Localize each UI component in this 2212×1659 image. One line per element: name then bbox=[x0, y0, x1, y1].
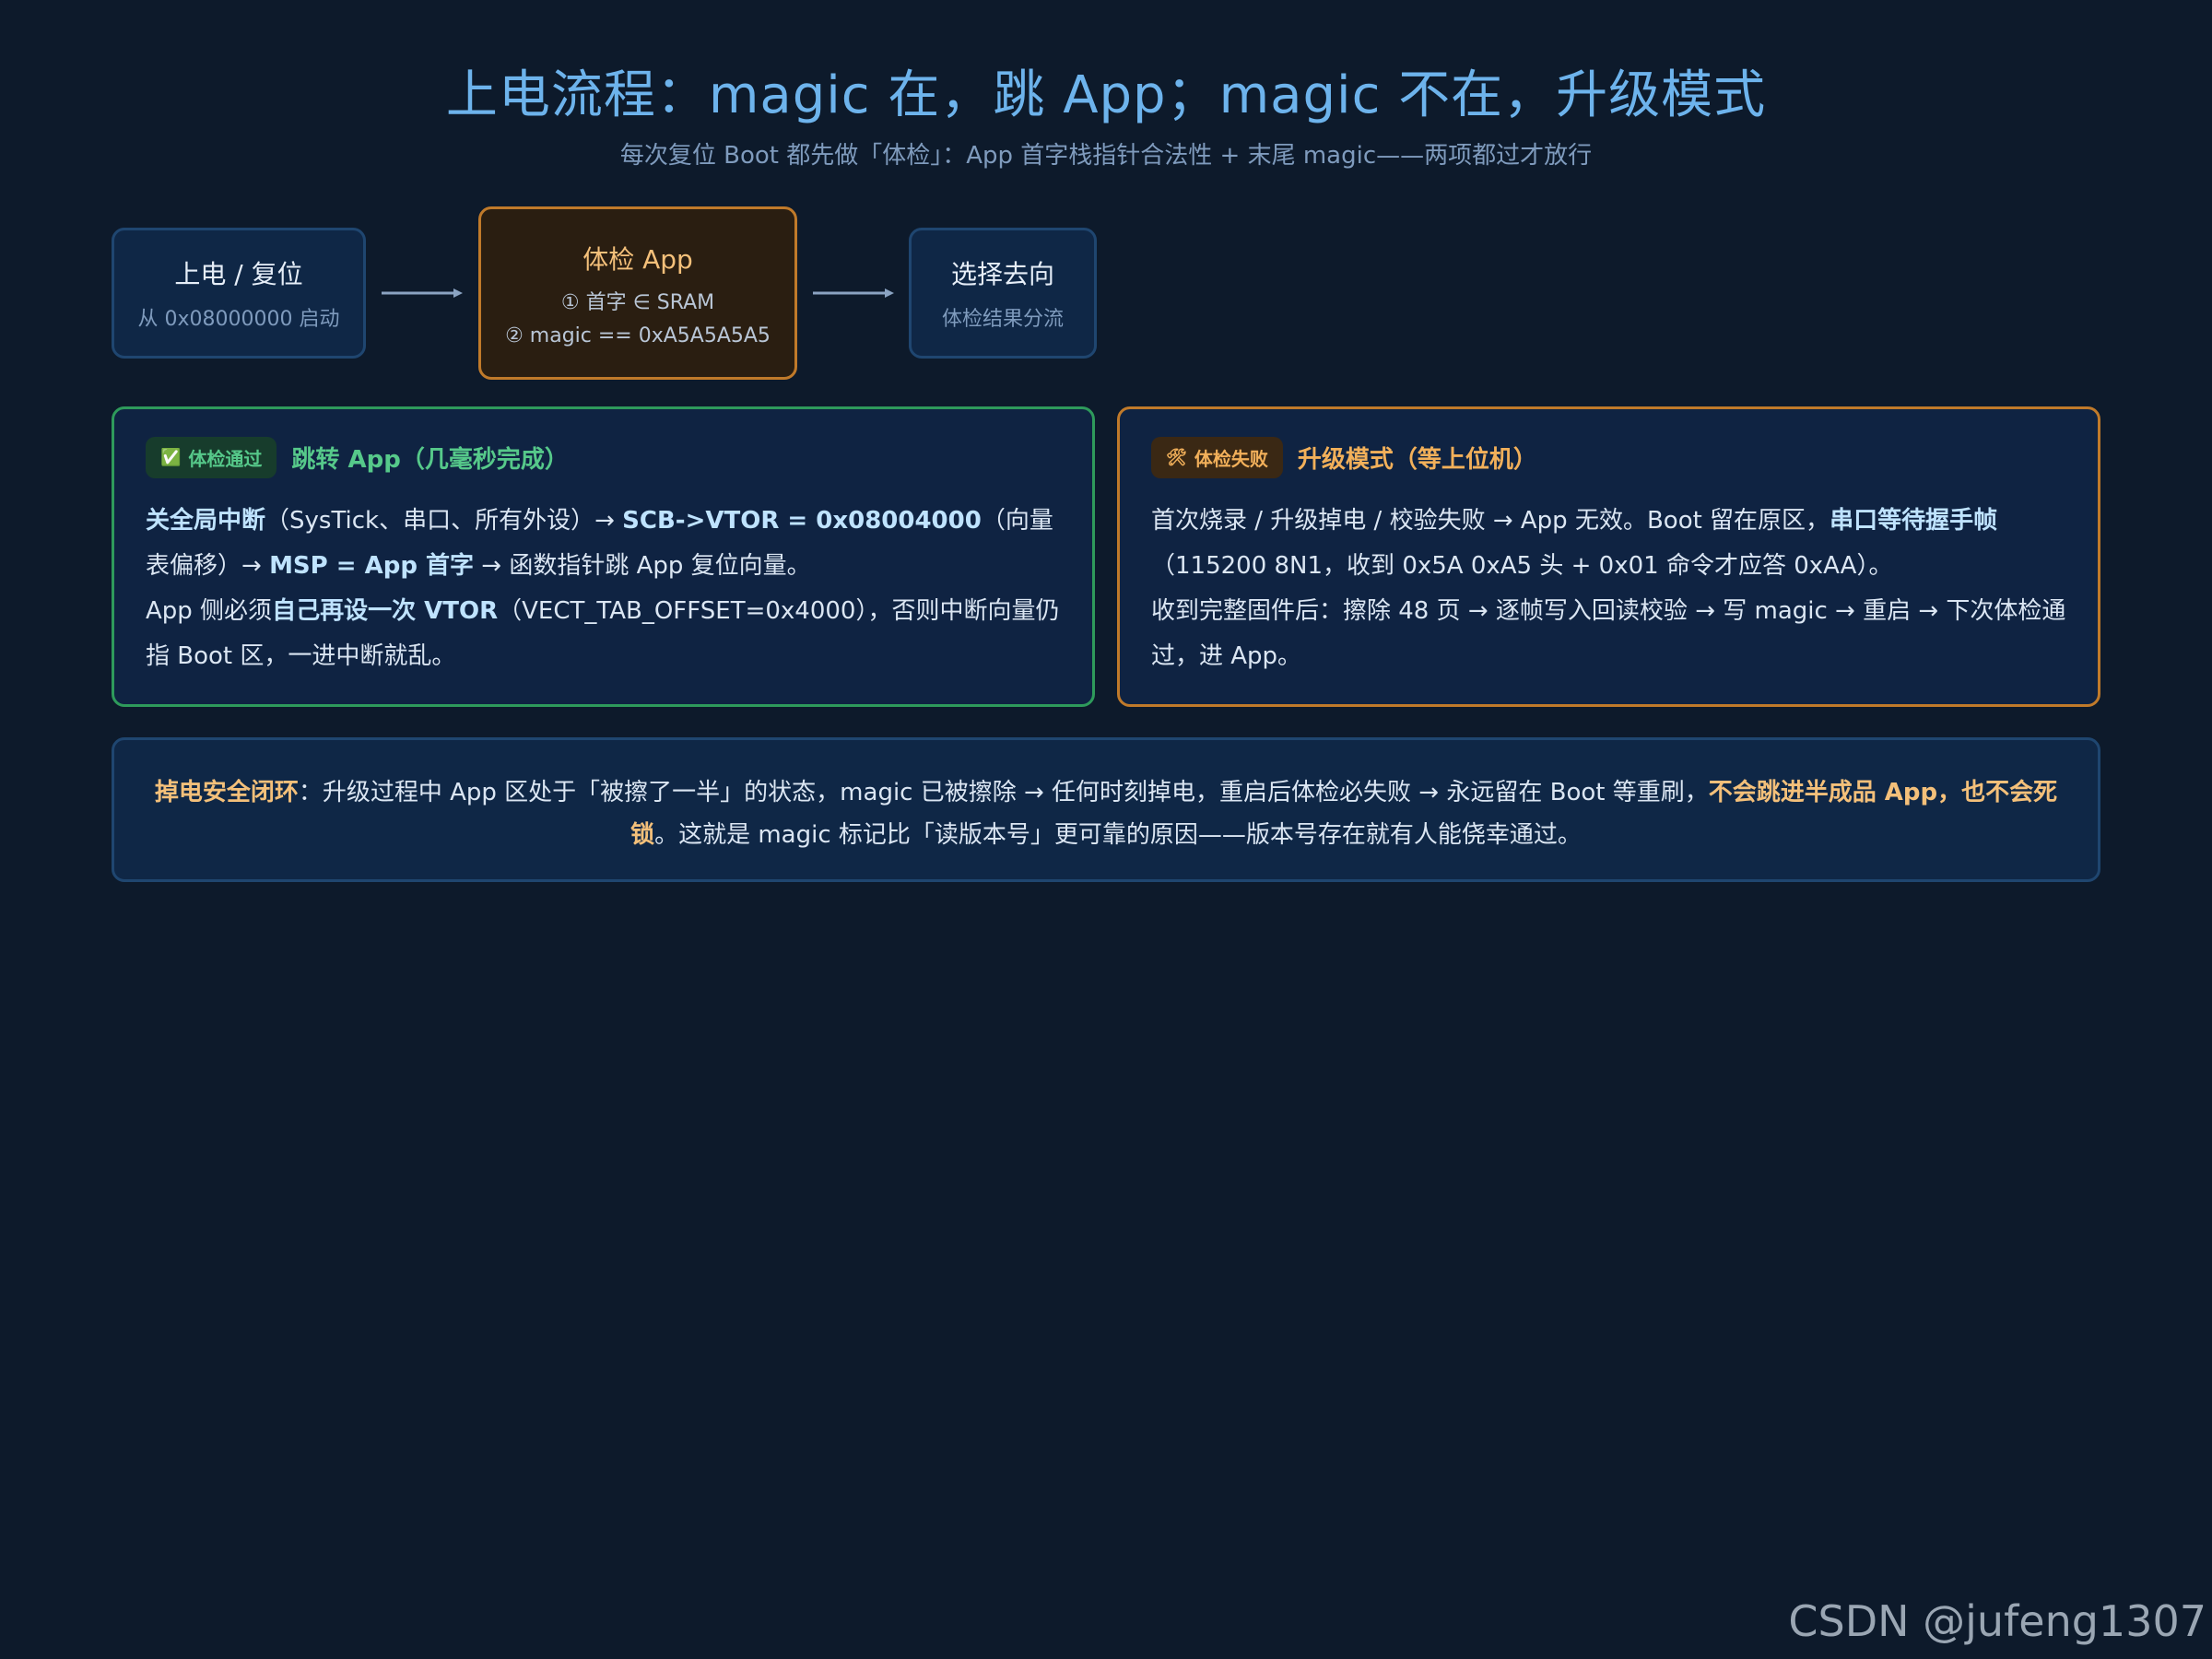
card-paragraph: 关全局中断（SysTick、串口、所有外设）→ SCB->VTOR = 0x08… bbox=[146, 499, 1061, 589]
badge-label: 体检失败 bbox=[1194, 448, 1268, 470]
flow-node-detail: 从 0x08000000 启动 bbox=[137, 308, 340, 331]
body-text: （115200 8N1，收到 0x5A 0xA5 头 + 0x01 命令才应答 … bbox=[1151, 552, 1893, 580]
pass-card: ✅ 体检通过 跳转 App（几毫秒完成） 关全局中断（SysTick、串口、所有… bbox=[112, 406, 1095, 707]
body-text: → 函数指针跳 App 复位向量。 bbox=[474, 552, 811, 580]
highlight-text: MSP = App 首字 bbox=[269, 552, 475, 580]
badge-label: 体检通过 bbox=[188, 448, 263, 470]
card-header: ✅ 体检通过 跳转 App（几毫秒完成） bbox=[146, 437, 1061, 478]
body-text: App 侧必须 bbox=[146, 597, 273, 625]
fail-card: 🛠 体检失败 升级模式（等上位机） 首次烧录 / 升级掉电 / 校验失败 → A… bbox=[1117, 406, 2100, 707]
tools-icon: 🛠 bbox=[1166, 448, 1187, 467]
flow-node-title: 上电 / 复位 bbox=[174, 259, 303, 289]
highlight-text: SCB->VTOR = 0x08004000 bbox=[622, 507, 982, 535]
highlight-text: 关全局中断 bbox=[146, 507, 266, 535]
body-text: 收到完整固件后：擦除 48 页 → 逐帧写入回读校验 → 写 magic → 重… bbox=[1151, 597, 2066, 670]
note-text: 。这就是 magic 标记比「读版本号」更可靠的原因——版本号存在就有人能侥幸通… bbox=[654, 821, 1582, 849]
card-header: 🛠 体检失败 升级模式（等上位机） bbox=[1151, 437, 2066, 478]
card-title: 升级模式（等上位机） bbox=[1297, 446, 1537, 474]
body-text: （SysTick、串口、所有外设）→ bbox=[265, 507, 623, 535]
flow-arrow-icon bbox=[813, 288, 894, 298]
flow-node-detail: 体检结果分流 bbox=[941, 308, 1064, 331]
flow-node-power-on: 上电 / 复位 从 0x08000000 启动 bbox=[112, 228, 366, 359]
card-body: 关全局中断（SysTick、串口、所有外设）→ SCB->VTOR = 0x08… bbox=[146, 499, 1061, 679]
flow-node-check-app: 体检 App ① 首字 ∈ SRAM ② magic == 0xA5A5A5A5 bbox=[478, 206, 797, 380]
power-loss-note: 掉电安全闭环：升级过程中 App 区处于「被擦了一半」的状态，magic 已被擦… bbox=[112, 737, 2100, 882]
page-subtitle: 每次复位 Boot 都先做「体检」：App 首字栈指针合法性 + 末尾 magi… bbox=[619, 142, 1593, 170]
page-title: 上电流程：magic 在，跳 App；magic 不在，升级模式 bbox=[445, 65, 1767, 125]
flow-arrow-icon bbox=[382, 288, 463, 298]
body-text: 首次烧录 / 升级掉电 / 校验失败 → App 无效。Boot 留在原区， bbox=[1151, 507, 1830, 535]
status-badge: 🛠 体检失败 bbox=[1151, 437, 1283, 478]
card-paragraph: App 侧必须自己再设一次 VTOR（VECT_TAB_OFFSET=0x400… bbox=[146, 589, 1061, 679]
flow-node-choose-path: 选择去向 体检结果分流 bbox=[909, 228, 1097, 359]
watermark: CSDN @jufeng1307 bbox=[1788, 1596, 2206, 1646]
card-body: 首次烧录 / 升级掉电 / 校验失败 → App 无效。Boot 留在原区，串口… bbox=[1151, 499, 2066, 679]
flow-node-title: 体检 App bbox=[582, 243, 693, 275]
flow-node-detail: ② magic == 0xA5A5A5A5 bbox=[505, 324, 771, 347]
note-text: ：升级过程中 App 区处于「被擦了一半」的状态，magic 已被擦除 → 任何… bbox=[298, 779, 1709, 806]
highlight-text: 串口等待握手帧 bbox=[1830, 507, 1998, 535]
card-paragraph: 收到完整固件后：擦除 48 页 → 逐帧写入回读校验 → 写 magic → 重… bbox=[1151, 589, 2066, 679]
status-badge: ✅ 体检通过 bbox=[146, 437, 277, 478]
card-paragraph: 首次烧录 / 升级掉电 / 校验失败 → App 无效。Boot 留在原区，串口… bbox=[1151, 499, 2066, 589]
check-box-icon: ✅ bbox=[160, 448, 182, 467]
flow-node-title: 选择去向 bbox=[950, 259, 1054, 289]
card-title: 跳转 App（几毫秒完成） bbox=[291, 446, 569, 474]
flow-node-detail: ① 首字 ∈ SRAM bbox=[560, 290, 715, 314]
note-highlight: 掉电安全闭环 bbox=[154, 779, 299, 806]
highlight-text: 自己再设一次 VTOR bbox=[272, 597, 499, 625]
